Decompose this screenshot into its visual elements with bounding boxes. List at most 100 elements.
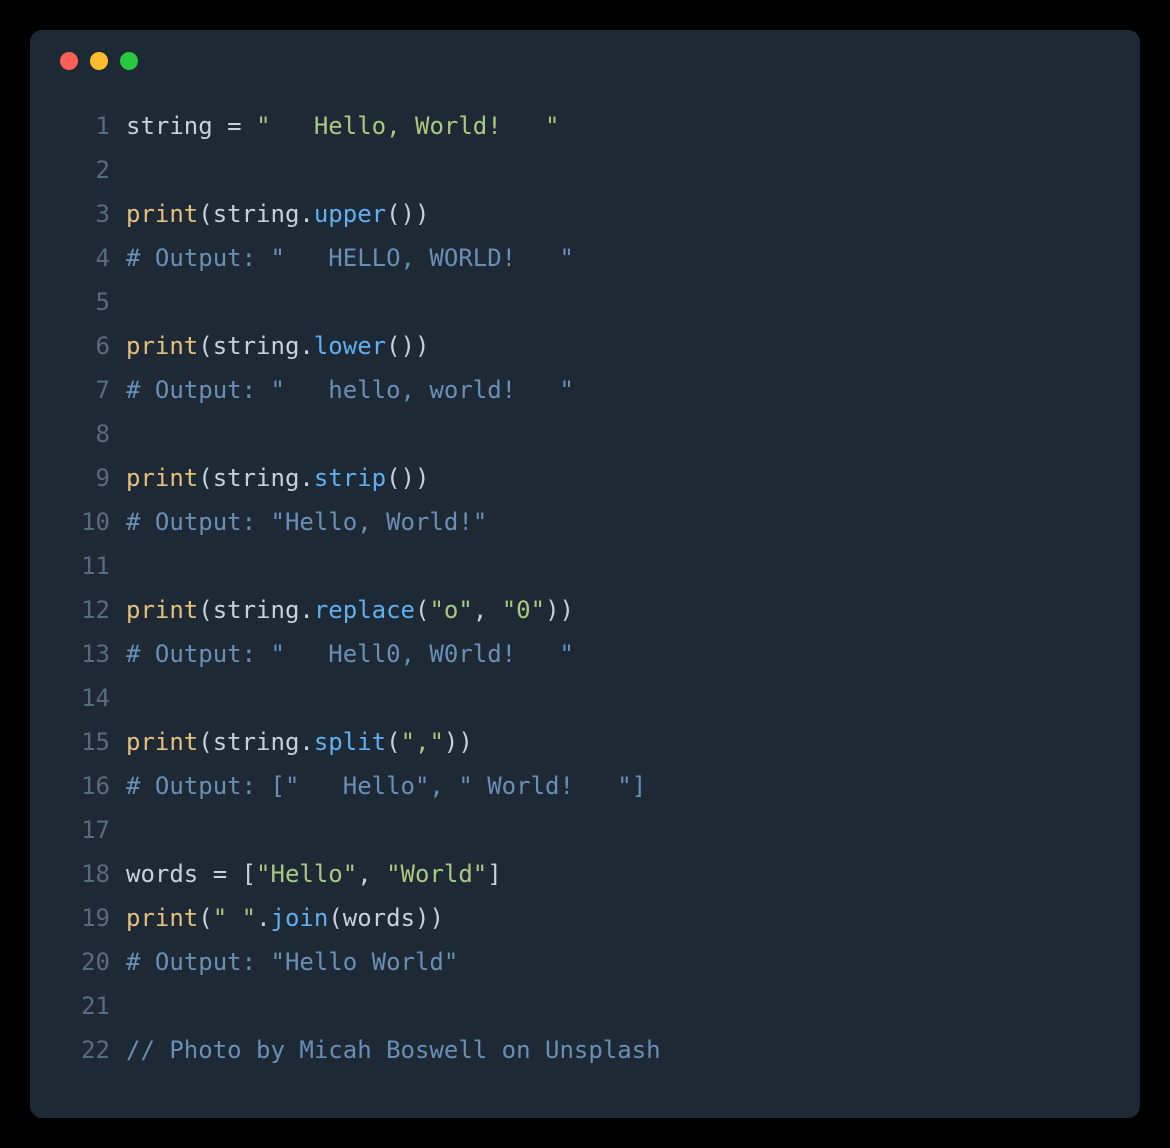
- maximize-icon[interactable]: [120, 52, 138, 70]
- token-paren: (: [198, 464, 212, 492]
- code-line[interactable]: 11: [60, 544, 1110, 588]
- code-content[interactable]: words = ["Hello", "World"]: [126, 852, 502, 896]
- code-editor[interactable]: 1string = " Hello, World! "23print(strin…: [60, 104, 1110, 1072]
- code-line[interactable]: 16 # Output: [" Hello", " World! "]: [60, 764, 1110, 808]
- code-line[interactable]: 10 # Output: "Hello, World!": [60, 500, 1110, 544]
- line-number: 1: [60, 104, 110, 148]
- code-content[interactable]: print(string.strip()): [126, 456, 429, 500]
- token-call: print: [126, 596, 198, 624]
- line-number: 4: [60, 236, 110, 280]
- token-method: split: [314, 728, 386, 756]
- token-op: ,: [357, 860, 386, 888]
- token-dot-op: .: [299, 200, 313, 228]
- code-line[interactable]: 4 # Output: " HELLO, WORLD! ": [60, 236, 1110, 280]
- token-op: =: [213, 112, 256, 140]
- code-content[interactable]: print(string.lower()): [126, 324, 429, 368]
- token-dot-op: .: [299, 728, 313, 756]
- code-line[interactable]: 6print(string.lower()): [60, 324, 1110, 368]
- line-number: 16: [60, 764, 110, 808]
- close-icon[interactable]: [60, 52, 78, 70]
- code-content[interactable]: print(string.replace("o", "0")): [126, 588, 574, 632]
- line-number: 5: [60, 280, 110, 324]
- token-str: "Hello": [256, 860, 357, 888]
- token-ident: string: [213, 332, 300, 360]
- token-ident: string: [213, 596, 300, 624]
- line-number: 10: [60, 500, 110, 544]
- token-call: print: [126, 904, 198, 932]
- token-comment: # Output: "Hello World": [126, 948, 458, 976]
- token-op: = [: [198, 860, 256, 888]
- code-line[interactable]: 20# Output: "Hello World": [60, 940, 1110, 984]
- token-op: ,: [473, 596, 502, 624]
- code-content[interactable]: # Output: " HELLO, WORLD! ": [126, 236, 574, 280]
- line-number: 3: [60, 192, 110, 236]
- code-line[interactable]: 19 print(" ".join(words)): [60, 896, 1110, 940]
- code-content[interactable]: print(" ".join(words)): [126, 896, 444, 940]
- traffic-lights: [60, 52, 1110, 70]
- code-line[interactable]: 2: [60, 148, 1110, 192]
- token-method: join: [271, 904, 329, 932]
- code-line[interactable]: 8: [60, 412, 1110, 456]
- token-paren: ()): [386, 200, 429, 228]
- code-content[interactable]: // Photo by Micah Boswell on Unsplash: [126, 1028, 661, 1072]
- code-line[interactable]: 17: [60, 808, 1110, 852]
- code-content[interactable]: # Output: "Hello, World!": [126, 500, 487, 544]
- token-comment: # Output: " HELLO, WORLD! ": [126, 244, 574, 272]
- token-method: upper: [314, 200, 386, 228]
- token-paren: (: [386, 728, 400, 756]
- code-content[interactable]: print(string.split(",")): [126, 720, 473, 764]
- code-line[interactable]: 9print(string.strip()): [60, 456, 1110, 500]
- token-ident: string: [213, 464, 300, 492]
- code-window: 1string = " Hello, World! "23print(strin…: [30, 30, 1140, 1118]
- token-method: replace: [314, 596, 415, 624]
- token-paren: (: [198, 200, 212, 228]
- line-number: 2: [60, 148, 110, 192]
- line-number: 18: [60, 852, 110, 896]
- code-content[interactable]: # Output: [" Hello", " World! "]: [126, 764, 646, 808]
- token-call: print: [126, 200, 198, 228]
- code-content[interactable]: # Output: "Hello World": [126, 940, 458, 984]
- minimize-icon[interactable]: [90, 52, 108, 70]
- code-content[interactable]: string = " Hello, World! ": [126, 104, 560, 148]
- token-ident: string: [213, 200, 300, 228]
- line-number: 17: [60, 808, 110, 852]
- line-number: 7: [60, 368, 110, 412]
- token-str: " ": [213, 904, 256, 932]
- code-line[interactable]: 15 print(string.split(",")): [60, 720, 1110, 764]
- token-op: ]: [487, 860, 501, 888]
- token-paren: )): [545, 596, 574, 624]
- token-ident: words: [126, 860, 198, 888]
- token-call: print: [126, 464, 198, 492]
- token-call: print: [126, 728, 198, 756]
- code-line[interactable]: 18 words = ["Hello", "World"]: [60, 852, 1110, 896]
- code-content[interactable]: # Output: " Hell0, W0rld! ": [126, 632, 574, 676]
- code-content[interactable]: print(string.upper()): [126, 192, 429, 236]
- line-number: 19: [60, 896, 110, 940]
- token-comment: # Output: " hello, world! ": [126, 376, 574, 404]
- token-comment: # Output: "Hello, World!": [126, 508, 487, 536]
- code-line[interactable]: 22// Photo by Micah Boswell on Unsplash: [60, 1028, 1110, 1072]
- code-line[interactable]: 1 string = " Hello, World! ": [60, 104, 1110, 148]
- token-str: "0": [502, 596, 545, 624]
- line-number: 12: [60, 588, 110, 632]
- line-number: 13: [60, 632, 110, 676]
- token-method: lower: [314, 332, 386, 360]
- token-dot-op: .: [256, 904, 270, 932]
- code-line[interactable]: 14: [60, 676, 1110, 720]
- line-number: 21: [60, 984, 110, 1028]
- code-line[interactable]: 5: [60, 280, 1110, 324]
- code-line[interactable]: 21: [60, 984, 1110, 1028]
- token-call: print: [126, 332, 198, 360]
- code-line[interactable]: 12 print(string.replace("o", "0")): [60, 588, 1110, 632]
- token-comment: // Photo by Micah Boswell on Unsplash: [126, 1036, 661, 1064]
- line-number: 15: [60, 720, 110, 764]
- code-line[interactable]: 7 # Output: " hello, world! ": [60, 368, 1110, 412]
- line-number: 14: [60, 676, 110, 720]
- token-paren: (: [198, 728, 212, 756]
- line-number: 8: [60, 412, 110, 456]
- line-number: 6: [60, 324, 110, 368]
- code-line[interactable]: 3 print(string.upper()): [60, 192, 1110, 236]
- code-content[interactable]: # Output: " hello, world! ": [126, 368, 574, 412]
- code-line[interactable]: 13 # Output: " Hell0, W0rld! ": [60, 632, 1110, 676]
- token-paren: (: [198, 332, 212, 360]
